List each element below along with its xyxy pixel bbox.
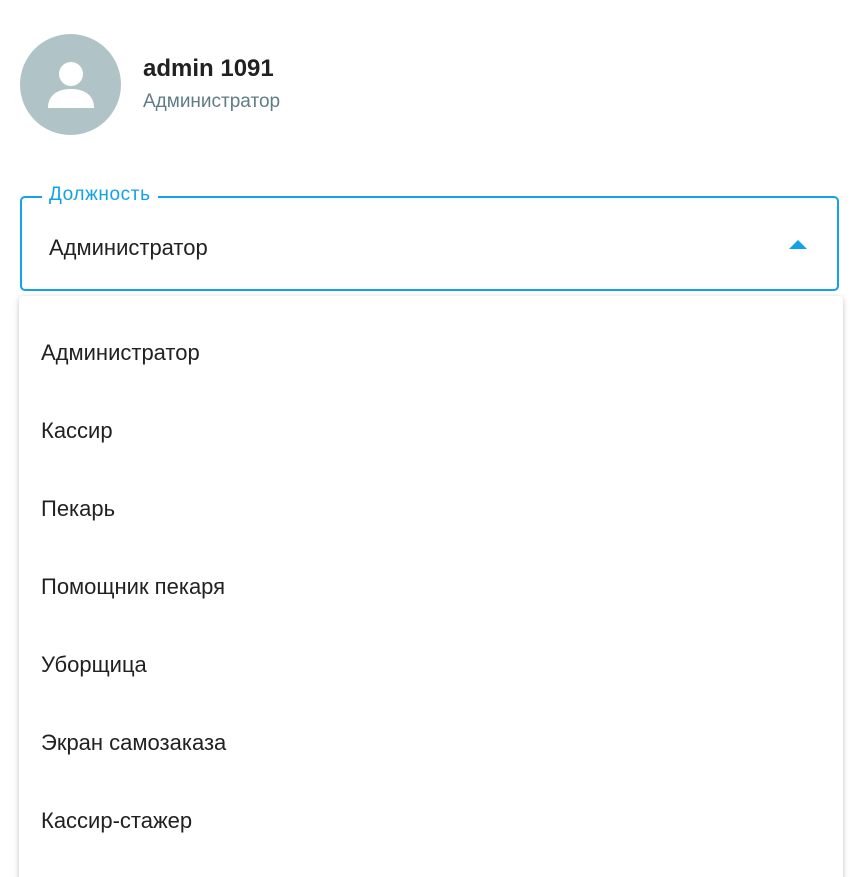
user-header: admin 1091 Администратор: [20, 34, 280, 135]
menu-item-cashier[interactable]: Кассир: [19, 392, 843, 470]
avatar: [20, 34, 121, 135]
menu-item-baker[interactable]: Пекарь: [19, 470, 843, 548]
caret-up-icon[interactable]: [789, 240, 807, 249]
user-info: admin 1091 Администратор: [143, 54, 280, 115]
menu-item-self-order-screen[interactable]: Экран самозаказа: [19, 704, 843, 782]
position-select[interactable]: Должность Администратор: [20, 183, 839, 291]
person-icon: [47, 61, 94, 108]
user-role: Администратор: [143, 91, 281, 112]
position-select-label: Должность: [42, 183, 158, 207]
position-options-menu: Администратор Кассир Пекарь Помощник пек…: [19, 296, 843, 877]
menu-item-baker-assistant[interactable]: Помощник пекаря: [19, 548, 843, 626]
menu-item-cashier-trainee[interactable]: Кассир-стажер: [19, 782, 843, 860]
menu-item-administrator[interactable]: Администратор: [19, 314, 843, 392]
menu-item-cleaner[interactable]: Уборщица: [19, 626, 843, 704]
position-select-value: Администратор: [49, 235, 208, 260]
user-profile-page: admin 1091 Администратор Должность Админ…: [0, 0, 862, 877]
user-name: admin 1091: [143, 55, 274, 82]
